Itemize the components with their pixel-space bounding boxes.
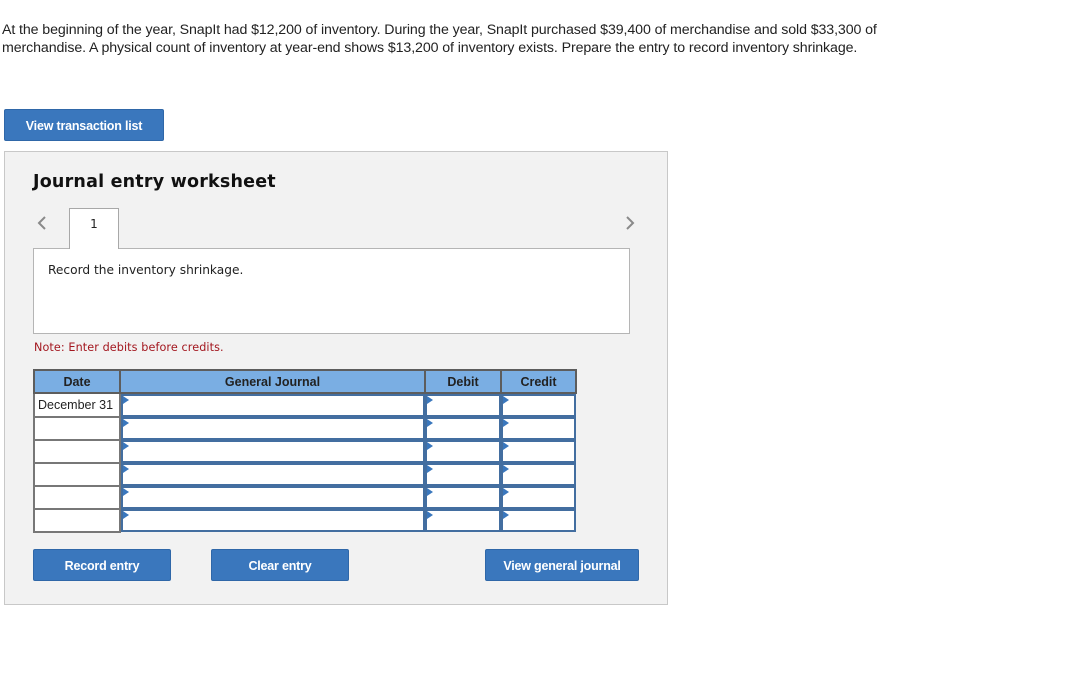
instruction-text: Record the inventory shrinkage. <box>48 263 244 277</box>
chevron-right-icon <box>622 212 638 234</box>
credit-input[interactable] <box>501 394 576 417</box>
table-row <box>33 462 576 487</box>
view-transaction-list-button[interactable]: View transaction list <box>4 109 164 141</box>
credit-input[interactable] <box>501 463 576 486</box>
table-header-row: Date General Journal Debit Credit <box>33 369 577 394</box>
journal-table: Date General Journal Debit Credit Decemb… <box>33 369 577 533</box>
header-debit: Debit <box>424 369 502 394</box>
credit-input[interactable] <box>501 509 576 532</box>
instruction-box: Record the inventory shrinkage. <box>33 248 630 334</box>
account-input[interactable] <box>121 440 425 463</box>
credit-input[interactable] <box>501 440 576 463</box>
chevron-left-icon <box>34 212 50 234</box>
date-cell[interactable] <box>33 439 121 464</box>
date-cell[interactable] <box>33 416 121 441</box>
account-input[interactable] <box>121 509 425 532</box>
debit-input[interactable] <box>425 486 501 509</box>
table-row: December 31 <box>33 392 576 418</box>
view-general-journal-button[interactable]: View general journal <box>485 549 639 581</box>
journal-entry-worksheet: Journal entry worksheet 1 Record the inv… <box>4 151 668 605</box>
debit-input[interactable] <box>425 463 501 486</box>
account-input[interactable] <box>121 417 425 440</box>
previous-entry-button[interactable] <box>34 212 50 234</box>
table-row <box>33 439 576 464</box>
header-credit: Credit <box>500 369 577 394</box>
credit-input[interactable] <box>501 486 576 509</box>
account-input[interactable] <box>121 463 425 486</box>
header-general-journal: General Journal <box>119 369 426 394</box>
debit-input[interactable] <box>425 417 501 440</box>
debit-input[interactable] <box>425 509 501 532</box>
debit-input[interactable] <box>425 440 501 463</box>
record-entry-button[interactable]: Record entry <box>33 549 171 581</box>
date-cell[interactable] <box>33 462 121 487</box>
next-entry-button[interactable] <box>622 212 638 234</box>
account-input[interactable] <box>121 486 425 509</box>
worksheet-title: Journal entry worksheet <box>33 172 276 192</box>
clear-entry-button[interactable]: Clear entry <box>211 549 349 581</box>
table-row <box>33 485 576 510</box>
date-cell[interactable]: December 31 <box>33 392 121 418</box>
header-date: Date <box>33 369 121 394</box>
tab-entry-1[interactable]: 1 <box>69 208 119 249</box>
credit-input[interactable] <box>501 417 576 440</box>
table-row <box>33 508 576 533</box>
account-input[interactable] <box>121 394 425 417</box>
note-text: Note: Enter debits before credits. <box>34 341 224 354</box>
debit-input[interactable] <box>425 394 501 417</box>
date-cell[interactable] <box>33 485 121 510</box>
table-row <box>33 416 576 441</box>
question-text: At the beginning of the year, SnapIt had… <box>2 22 877 56</box>
date-cell[interactable] <box>33 508 121 533</box>
